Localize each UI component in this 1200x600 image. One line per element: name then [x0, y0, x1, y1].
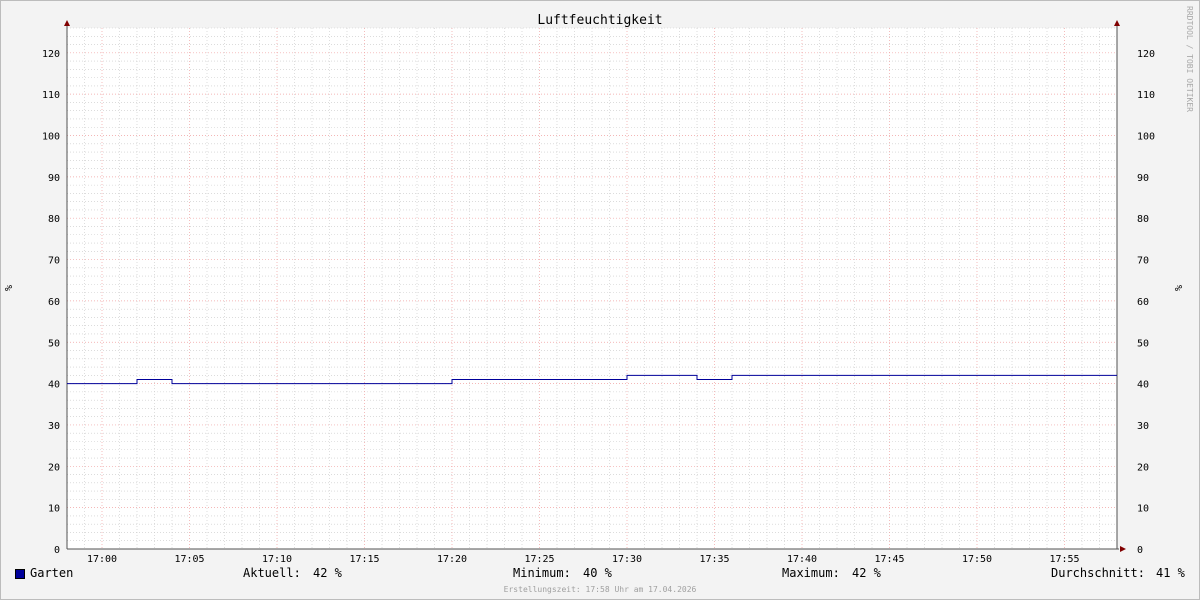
y-tick-label-right: 90 [1137, 173, 1149, 184]
y-tick-label-right: 10 [1137, 504, 1149, 515]
y-axis-label-right: % [1174, 285, 1185, 291]
y-tick-label-left: 60 [48, 297, 60, 308]
y-tick-label-right: 30 [1137, 421, 1149, 432]
x-tick-label: 17:20 [437, 554, 467, 565]
x-tick-label: 17:30 [612, 554, 642, 565]
y-tick-label-right: 110 [1137, 90, 1155, 101]
y-tick-label-left: 0 [54, 545, 60, 556]
legend-min-label: Minimum: [513, 566, 571, 580]
x-tick-label: 17:50 [962, 554, 992, 565]
x-tick-label: 17:35 [699, 554, 729, 565]
y-tick-label-right: 80 [1137, 214, 1149, 225]
y-tick-label-right: 20 [1137, 462, 1149, 473]
legend-min-value: 40 % [583, 566, 612, 580]
legend-max-label: Maximum: [782, 566, 840, 580]
x-axis-arrow [1120, 546, 1126, 552]
y-tick-label-left: 30 [48, 421, 60, 432]
legend-current-label: Aktuell: [243, 566, 301, 580]
y-tick-label-left: 70 [48, 256, 60, 267]
y-tick-label-left: 110 [42, 90, 60, 101]
x-tick-label: 17:40 [787, 554, 817, 565]
y-tick-label-left: 20 [48, 462, 60, 473]
y-tick-label-right: 50 [1137, 338, 1149, 349]
legend-current-value: 42 % [313, 566, 342, 580]
y-tick-label-right: 100 [1137, 132, 1155, 143]
legend: Garten Aktuell: 42 % Minimum: 40 % Maxim… [0, 566, 1200, 584]
y-tick-label-right: 0 [1137, 545, 1143, 556]
y-tick-label-left: 40 [48, 380, 60, 391]
y-tick-label-left: 50 [48, 338, 60, 349]
legend-swatch-garten [15, 569, 25, 579]
x-tick-label: 17:45 [874, 554, 904, 565]
x-tick-labels: 17:00 17:05 17:10 17:15 17:20 17:25 17:30 17:35… [87, 554, 1080, 565]
x-tick-label: 17:25 [524, 554, 554, 565]
legend-avg-label: Durchschnitt: [1051, 566, 1145, 580]
y-tick-label-left: 80 [48, 214, 60, 225]
legend-series-name: Garten [30, 566, 74, 580]
y-axis-arrow-left [64, 20, 70, 26]
watermark: RRDTOOL / TOBI OETIKER [1185, 6, 1194, 112]
y-tick-label-left: 100 [42, 132, 60, 143]
chart-svg: 0 0 10 10 20 20 30 30 40 40 50 50 60 60 70 70 80 80 90 90 10… [4, 6, 1194, 594]
y-tick-label-left: 120 [42, 49, 60, 60]
legend-max-value: 42 % [852, 566, 881, 580]
y-axis-label-left: % [4, 285, 15, 291]
creation-time-footer: Erstellungszeit: 17:58 Uhr am 17.04.2026 [504, 585, 697, 594]
y-tick-label-right: 120 [1137, 49, 1155, 60]
x-tick-label: 17:00 [87, 554, 117, 565]
x-tick-label: 17:55 [1049, 554, 1079, 565]
y-tick-label-right: 60 [1137, 297, 1149, 308]
x-tick-label: 17:05 [174, 554, 204, 565]
y-tick-label-left: 10 [48, 504, 60, 515]
y-tick-label-right: 40 [1137, 380, 1149, 391]
x-tick-label: 17:10 [262, 554, 292, 565]
legend-avg-value: 41 % [1156, 566, 1185, 580]
chart-title: Luftfeuchtigkeit [537, 13, 662, 28]
y-tick-label-left: 90 [48, 173, 60, 184]
x-tick-label: 17:15 [349, 554, 379, 565]
y-tick-label-right: 70 [1137, 256, 1149, 267]
y-axis-arrow-right [1114, 20, 1120, 26]
